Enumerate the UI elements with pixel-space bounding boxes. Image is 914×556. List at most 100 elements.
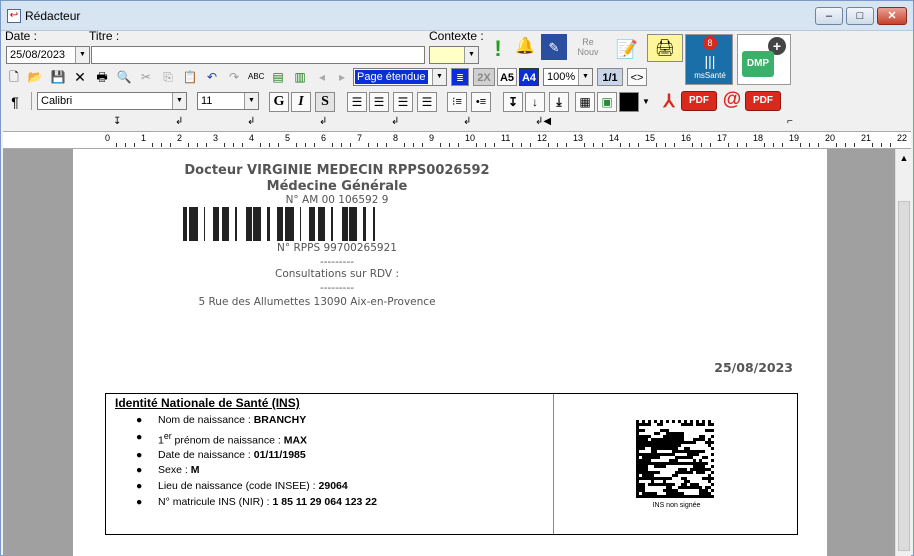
font-size-select[interactable]: 11 ▼ bbox=[197, 92, 259, 110]
code-button[interactable]: <> bbox=[627, 68, 647, 86]
delete-icon[interactable]: ✕ bbox=[71, 67, 89, 85]
table-icon[interactable]: ▦ bbox=[575, 92, 595, 112]
minimize-button[interactable]: – bbox=[815, 7, 843, 25]
pdf-email-button[interactable]: PDF bbox=[745, 91, 781, 111]
tab-stop-marker[interactable]: ↲ bbox=[391, 116, 399, 128]
a5-button[interactable]: A5 bbox=[497, 68, 517, 86]
spellcheck-icon[interactable]: ABC bbox=[247, 67, 265, 85]
pilcrow-icon[interactable]: ¶ bbox=[6, 92, 24, 110]
ruler-tick bbox=[836, 143, 837, 147]
chevron-down-icon[interactable]: ▼ bbox=[244, 93, 258, 109]
copy-icon[interactable]: ⎘ bbox=[159, 67, 177, 85]
tab-stop-marker[interactable]: ↲ bbox=[175, 116, 183, 128]
scroll-thumb[interactable] bbox=[898, 201, 910, 551]
text-format-icon[interactable]: ≣ bbox=[451, 68, 469, 86]
ruler-number: 18 bbox=[753, 133, 764, 143]
undo-icon[interactable]: ↶ bbox=[203, 67, 221, 85]
bold-button[interactable]: G bbox=[269, 92, 289, 112]
date-field[interactable]: 25/08/2023 ▼ bbox=[6, 46, 90, 64]
document-page[interactable]: Docteur VIRGINIE MEDECIN RPPS0026592 Méd… bbox=[73, 149, 827, 556]
redo-icon[interactable]: ↷ bbox=[225, 67, 243, 85]
paste-icon[interactable]: 📋 bbox=[181, 67, 199, 85]
document-date: 25/08/2023 bbox=[714, 360, 793, 375]
align-left-icon[interactable]: ☰ bbox=[347, 92, 367, 112]
vertical-scrollbar[interactable]: ▲ bbox=[895, 149, 911, 556]
tab-stop-marker[interactable]: ⌐ bbox=[787, 116, 793, 128]
book-icon[interactable]: ✎ bbox=[541, 34, 567, 60]
chevron-down-icon[interactable]: ▼ bbox=[172, 93, 186, 109]
indent-down-icon[interactable]: ↧ bbox=[503, 92, 523, 112]
scanner-icon[interactable]: 🖨 bbox=[647, 34, 683, 62]
pdf-icon[interactable]: ⅄ bbox=[657, 91, 681, 113]
arrow-down-icon[interactable]: ↓ bbox=[525, 92, 545, 112]
ruler-tick bbox=[386, 143, 387, 147]
chevron-down-icon[interactable]: ▼ bbox=[432, 69, 446, 85]
ruler-number: 22 bbox=[897, 133, 908, 143]
ruler-tick bbox=[206, 143, 207, 147]
pdf-button[interactable]: PDF bbox=[681, 91, 717, 111]
alert-icon[interactable]: ! bbox=[487, 35, 509, 61]
size-2x-button[interactable]: 2X bbox=[473, 68, 495, 86]
a4-button[interactable]: A4 bbox=[519, 68, 539, 86]
numbered-list-icon[interactable]: ⁝≡ bbox=[447, 92, 467, 112]
ruler-tick bbox=[116, 143, 117, 147]
open-folder-icon[interactable]: 📂 bbox=[26, 67, 44, 85]
scroll-up-icon[interactable]: ▲ bbox=[897, 151, 911, 165]
print-preview-icon[interactable]: 🔍 bbox=[115, 67, 133, 85]
chevron-down-icon[interactable]: ▼ bbox=[578, 69, 592, 85]
insert-list-icon[interactable]: ▥ bbox=[291, 67, 309, 85]
cut-icon[interactable]: ✂ bbox=[137, 67, 155, 85]
renouv-button[interactable]: Re Nouv bbox=[571, 36, 605, 60]
ruler-tick bbox=[224, 143, 225, 147]
edit-form-icon[interactable]: 📝 bbox=[610, 34, 644, 62]
ruler-tick bbox=[782, 143, 783, 147]
tab-stop-marker[interactable]: ↲◀ bbox=[535, 116, 551, 128]
tab-stop-marker[interactable]: ↲ bbox=[463, 116, 471, 128]
tab-stop-marker[interactable]: ↲ bbox=[247, 116, 255, 128]
ruler-number: 16 bbox=[681, 133, 692, 143]
tab-stop-marker[interactable]: ↲ bbox=[319, 116, 327, 128]
ruler[interactable]: 0 1 2 3 4 5 6 7 8 9 10 11 12 13 14 15 16 17 18 19 20 21 22 bbox=[3, 131, 911, 149]
insert-field-icon[interactable]: ▤ bbox=[269, 67, 287, 85]
close-button[interactable]: ✕ bbox=[877, 7, 907, 25]
ruler-tick bbox=[485, 143, 486, 147]
color-dropdown-icon[interactable]: ▼ bbox=[639, 92, 653, 112]
italic-button[interactable]: I bbox=[291, 92, 311, 112]
align-right-icon[interactable]: ☰ bbox=[369, 92, 389, 112]
maximize-button[interactable]: □ bbox=[846, 7, 874, 25]
mssante-button[interactable]: 8 ||| msSanté bbox=[685, 34, 733, 85]
zoom-select[interactable]: 100% ▼ bbox=[543, 68, 593, 86]
prev-icon[interactable]: ◂ bbox=[313, 67, 331, 85]
ruler-number: 9 bbox=[429, 133, 435, 143]
ruler-tick bbox=[818, 143, 819, 147]
color-icon[interactable] bbox=[619, 92, 639, 112]
dmp-icon: DMP bbox=[742, 51, 774, 77]
font-name-select[interactable]: Calibri ▼ bbox=[37, 92, 187, 110]
chevron-down-icon[interactable]: ▼ bbox=[464, 47, 478, 63]
barcode bbox=[183, 207, 375, 241]
new-document-icon[interactable]: 🗋 bbox=[6, 67, 22, 85]
email-icon[interactable]: @ bbox=[721, 90, 743, 112]
indent-bottom-icon[interactable]: ⤓ bbox=[549, 92, 569, 112]
ruler-number: 5 bbox=[285, 133, 291, 143]
chevron-down-icon[interactable]: ▼ bbox=[75, 47, 89, 63]
save-icon[interactable]: 💾 bbox=[49, 67, 67, 85]
bell-icon[interactable]: 🔔 bbox=[513, 37, 537, 59]
separator-dashes: --------- bbox=[319, 256, 355, 268]
tab-stop-bar[interactable]: ↧ ↲ ↲ ↲ ↲ ↲ ↲◀ ⌐ bbox=[3, 114, 911, 131]
print-icon[interactable]: 🖶 bbox=[93, 67, 111, 85]
bullet-list-icon[interactable]: •≡ bbox=[471, 92, 491, 112]
ruler-tick bbox=[296, 143, 297, 147]
ruler-number: 17 bbox=[717, 133, 728, 143]
title-field[interactable] bbox=[91, 46, 425, 64]
tab-stop-marker[interactable]: ↧ bbox=[113, 116, 121, 128]
dmp-button[interactable]: + DMP bbox=[737, 34, 791, 85]
underline-button[interactable]: S bbox=[315, 92, 335, 112]
justify-icon[interactable]: ☰ bbox=[417, 92, 437, 112]
image-icon[interactable]: ▣ bbox=[597, 92, 617, 112]
context-field[interactable]: ▼ bbox=[429, 46, 479, 64]
view-mode-select[interactable]: Page étendue ▼ bbox=[353, 68, 447, 86]
next-icon[interactable]: ▸ bbox=[333, 67, 351, 85]
ins-item-nir: ● N° matricule INS (NIR) : 1 85 11 29 064… bbox=[136, 496, 377, 508]
align-center-icon[interactable]: ☰ bbox=[393, 92, 413, 112]
